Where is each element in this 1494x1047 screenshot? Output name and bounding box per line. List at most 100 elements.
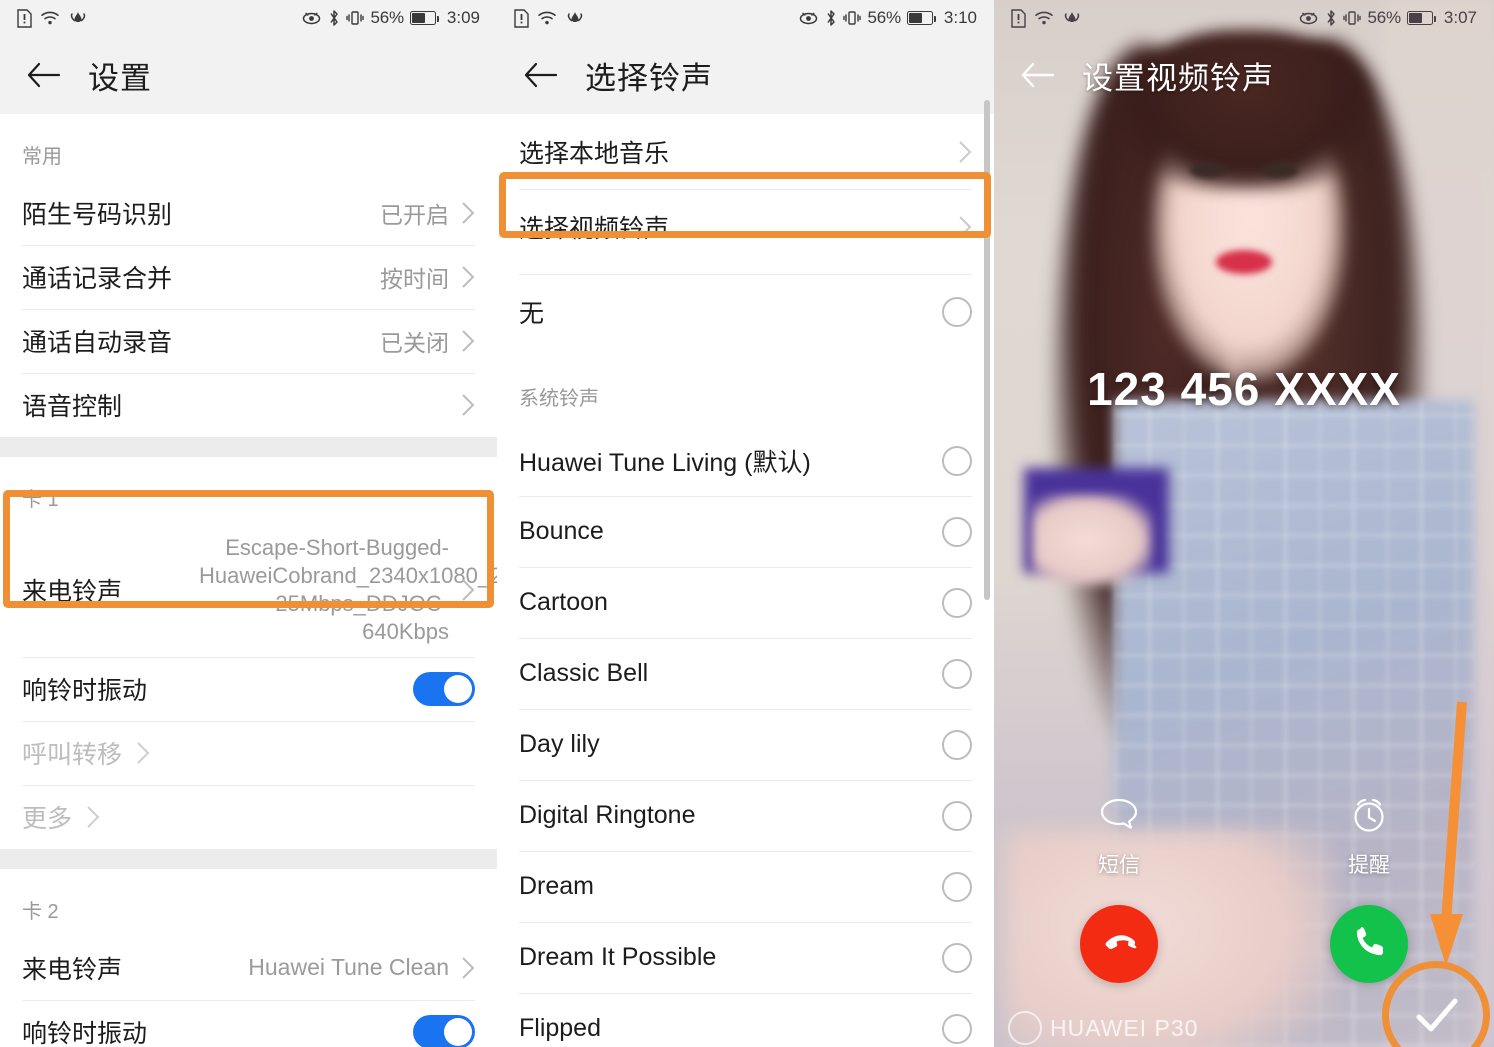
- status-icons-right: 56% 3:07: [1298, 8, 1477, 28]
- radio-button[interactable]: [942, 871, 972, 902]
- chevron-right-icon: [461, 578, 475, 602]
- back-arrow-icon[interactable]: [517, 52, 563, 98]
- row-ringtone-digital-ringtone[interactable]: Digital Ringtone: [497, 780, 994, 851]
- watermark-label: HUAWEI P30: [1050, 1014, 1199, 1041]
- row-label: Bounce: [519, 517, 604, 545]
- caller-number: 123 456 XXXX: [1087, 363, 1401, 415]
- row-ringtone-bounce[interactable]: Bounce: [497, 496, 994, 567]
- radio-button[interactable]: [942, 658, 972, 689]
- status-icons-right: 56% 3:10: [798, 8, 977, 28]
- battery-percent: 56%: [867, 8, 901, 27]
- settings-row-auto-record[interactable]: 通话自动录音 已关闭: [0, 309, 497, 373]
- row-label: 来电铃声: [22, 578, 123, 607]
- row-ringtone-cartoon[interactable]: Cartoon: [497, 567, 994, 638]
- group-header-system-ringtones: 系统铃声: [497, 350, 994, 425]
- status-bar-panel1: 56% 3:09: [0, 0, 497, 36]
- decline-call-button[interactable]: [1080, 905, 1158, 983]
- row-label: 选择本地音乐: [519, 139, 670, 168]
- group-divider: [0, 437, 497, 457]
- battery-icon: [409, 11, 439, 25]
- check-icon: [1416, 998, 1458, 1032]
- row-value: Escape-Short-Bugged-HuaweiCobrand_2340x1…: [199, 535, 497, 645]
- clock-panel3: 3:07: [1443, 8, 1477, 27]
- row-label: Flipped: [519, 1014, 601, 1042]
- huawei-logo-icon: [68, 10, 88, 26]
- row-select-video-ringtone[interactable]: 选择视频铃声: [497, 189, 994, 264]
- chevron-right-icon: [461, 393, 475, 417]
- settings-row-sim2-vibrate[interactable]: 响铃时振动: [0, 999, 497, 1047]
- radio-button[interactable]: [942, 800, 972, 831]
- phone-screen-settings: 56% 3:09 设置 常用 陌生号码识别 已开启 通话记录合并 按时间 通话自…: [0, 0, 497, 1047]
- battery-percent: 56%: [1367, 8, 1401, 27]
- phone-down-icon: [1098, 921, 1140, 968]
- radio-button[interactable]: [942, 942, 972, 973]
- settings-row-sim1-ringtone[interactable]: 来电铃声 Escape-Short-Bugged-HuaweiCobrand_2…: [0, 524, 497, 657]
- status-icons-left: [17, 8, 88, 28]
- vibrate-toggle-sim1[interactable]: [413, 671, 475, 706]
- row-ringtone-day-lily[interactable]: Day lily: [497, 709, 994, 780]
- row-label: Classic Bell: [519, 659, 649, 687]
- status-icons-left: [514, 8, 585, 28]
- settings-row-sim2-ringtone[interactable]: 来电铃声 Huawei Tune Clean: [0, 935, 497, 1000]
- row-ringtone-flipped[interactable]: Flipped: [497, 993, 994, 1047]
- clock-panel2: 3:10: [943, 8, 977, 27]
- row-select-local-music[interactable]: 选择本地音乐: [497, 114, 994, 189]
- row-label: 通话记录合并: [22, 265, 173, 293]
- radio-button[interactable]: [942, 729, 972, 760]
- settings-row-stranger-id[interactable]: 陌生号码识别 已开启: [0, 181, 497, 245]
- row-ringtone-dream[interactable]: Dream: [497, 851, 994, 922]
- chevron-right-icon: [461, 265, 475, 289]
- row-ringtone-classic-bell[interactable]: Classic Bell: [497, 638, 994, 709]
- radio-button[interactable]: [942, 445, 972, 476]
- down-arrow-annotation: [1430, 701, 1467, 966]
- row-ringtone-none[interactable]: 无: [497, 274, 994, 350]
- bluetooth-icon: [825, 9, 837, 27]
- row-label: 陌生号码识别: [22, 201, 173, 229]
- accept-call-button[interactable]: [1330, 905, 1408, 983]
- radio-button[interactable]: [942, 297, 972, 327]
- wifi-icon: [537, 10, 557, 26]
- sim-alert-icon: [514, 8, 529, 28]
- group-divider: [0, 848, 497, 869]
- radio-button[interactable]: [942, 516, 972, 547]
- chevron-right-icon: [136, 741, 150, 765]
- quick-action-sms[interactable]: 短信: [994, 795, 1244, 879]
- vibrate-toggle-sim2[interactable]: [413, 1014, 475, 1047]
- back-arrow-icon[interactable]: [20, 52, 66, 98]
- page-title: 设置: [88, 60, 152, 96]
- radio-button[interactable]: [942, 1013, 972, 1044]
- chevron-right-icon: [461, 956, 475, 980]
- battery-icon: [906, 11, 936, 25]
- row-label: 选择视频铃声: [519, 214, 670, 243]
- settings-row-voice-control[interactable]: 语音控制: [0, 373, 497, 437]
- settings-list: 常用 陌生号码识别 已开启 通话记录合并 按时间 通话自动录音 已关闭 语音控制: [0, 114, 497, 1047]
- settings-row-call-log-merge[interactable]: 通话记录合并 按时间: [0, 245, 497, 309]
- app-bar-video-ringtone: 设置视频铃声: [994, 36, 1494, 114]
- quick-action-label: 提醒: [1348, 854, 1390, 877]
- row-label: 语音控制: [22, 393, 123, 421]
- chevron-right-icon: [958, 215, 972, 239]
- bluetooth-icon: [328, 9, 340, 27]
- quick-action-label: 短信: [1098, 854, 1140, 877]
- row-label: Huawei Tune Living (默认): [519, 448, 811, 477]
- chevron-right-icon: [958, 140, 972, 164]
- chevron-right-icon: [461, 201, 475, 225]
- row-label: Dream It Possible: [519, 943, 717, 971]
- row-ringtone-huawei-tune-living[interactable]: Huawei Tune Living (默认): [497, 425, 994, 496]
- row-ringtone-dream-it-possible[interactable]: Dream It Possible: [497, 922, 994, 993]
- back-arrow-icon[interactable]: [1014, 52, 1060, 98]
- app-bar-select-ringtone: 选择铃声: [497, 36, 994, 114]
- row-label: Dream: [519, 872, 595, 900]
- settings-row-sim1-call-forward[interactable]: 呼叫转移: [0, 720, 497, 785]
- settings-row-sim1-vibrate[interactable]: 响铃时振动: [0, 656, 497, 721]
- radio-button[interactable]: [942, 587, 972, 618]
- row-label: Cartoon: [519, 588, 608, 616]
- row-value: 已关闭: [380, 330, 449, 356]
- settings-row-sim1-more[interactable]: 更多: [0, 784, 497, 849]
- chevron-right-icon: [86, 805, 100, 829]
- row-value: 按时间: [380, 266, 449, 292]
- vibrate-icon: [843, 9, 862, 27]
- list-scrollbar[interactable]: [984, 100, 990, 600]
- status-bar-panel2: 56% 3:10: [497, 0, 994, 36]
- sim-alert-icon: [1011, 8, 1026, 28]
